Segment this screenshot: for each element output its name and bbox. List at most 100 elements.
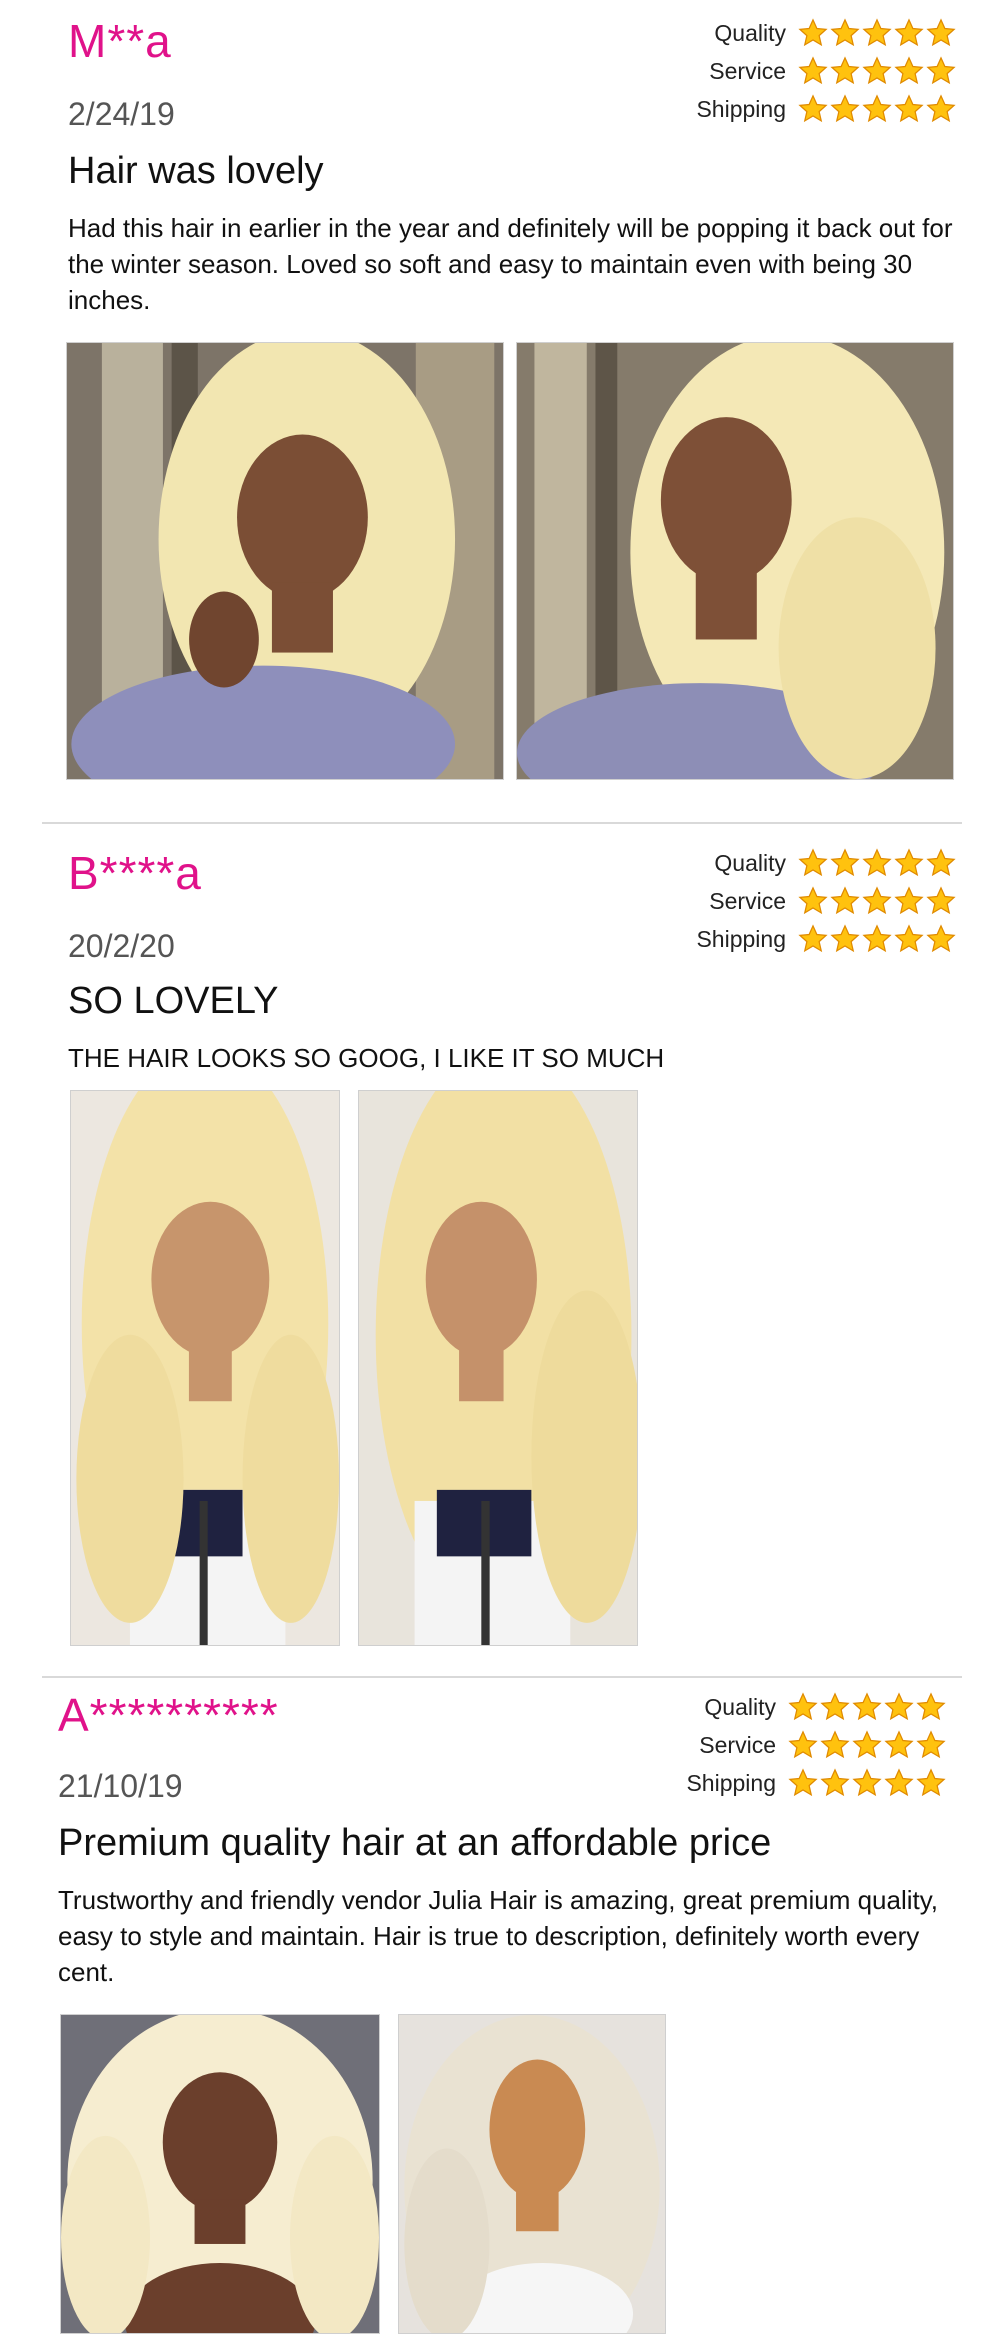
- star-icon: [862, 94, 892, 123]
- review-card: A********** 21/10/19 Quality Service Shi…: [0, 1678, 1000, 2344]
- review-body: Trustworthy and friendly vendor Julia Ha…: [58, 1885, 939, 1987]
- star-icon: [894, 56, 924, 85]
- star-icon: [884, 1730, 914, 1759]
- rating-label: Shipping: [696, 96, 786, 122]
- rating-label: Shipping: [696, 926, 786, 952]
- review-photo[interactable]: [358, 1090, 638, 1646]
- review-card: B****a 20/2/20 Quality Service Shipping …: [0, 824, 1000, 1674]
- star-rating: [788, 1768, 948, 1802]
- star-icon: [798, 56, 828, 85]
- star-rating: [798, 848, 958, 882]
- customer-photo-image: [517, 343, 953, 779]
- star-icon: [830, 924, 860, 953]
- star-rating: [788, 1692, 948, 1726]
- rating-label: Quality: [714, 850, 786, 876]
- rating-row: Shipping: [688, 924, 958, 962]
- rating-summary: Quality Service Shipping: [678, 1692, 948, 1806]
- review-title: Premium quality hair at an affordable pr…: [58, 1822, 772, 1864]
- customer-photo-image: [359, 1091, 637, 1645]
- star-icon: [788, 1730, 818, 1759]
- star-icon: [926, 848, 956, 877]
- star-icon: [830, 56, 860, 85]
- star-icon: [894, 18, 924, 47]
- star-icon: [830, 848, 860, 877]
- star-rating: [788, 1730, 948, 1764]
- star-icon: [852, 1730, 882, 1759]
- star-icon: [830, 886, 860, 915]
- reviewer-name: M**a: [68, 15, 172, 67]
- rating-summary: Quality Service Shipping: [688, 848, 958, 962]
- star-icon: [852, 1692, 882, 1721]
- review-photo[interactable]: [66, 342, 504, 780]
- review-title: SO LOVELY: [68, 980, 279, 1022]
- star-icon: [926, 924, 956, 953]
- rating-label: Service: [699, 1732, 776, 1758]
- star-icon: [798, 94, 828, 123]
- review-body: THE HAIR LOOKS SO GOOG, I LIKE IT SO MUC…: [68, 1043, 665, 1073]
- star-icon: [788, 1692, 818, 1721]
- review-date: 20/2/20: [68, 928, 175, 964]
- star-icon: [820, 1730, 850, 1759]
- star-icon: [798, 18, 828, 47]
- rating-label: Service: [709, 58, 786, 84]
- star-icon: [884, 1692, 914, 1721]
- star-icon: [852, 1768, 882, 1797]
- star-icon: [798, 924, 828, 953]
- review-photo[interactable]: [70, 1090, 340, 1646]
- star-icon: [830, 18, 860, 47]
- reviewer-name: A**********: [58, 1689, 279, 1741]
- customer-photo-image: [61, 2015, 379, 2333]
- review-date: 21/10/19: [58, 1768, 183, 1804]
- review-date: 2/24/19: [68, 96, 175, 132]
- reviewer-name: B****a: [68, 847, 202, 899]
- star-rating: [798, 18, 958, 52]
- star-icon: [862, 848, 892, 877]
- star-icon: [926, 18, 956, 47]
- star-rating: [798, 56, 958, 90]
- customer-photo-image: [67, 343, 503, 779]
- star-rating: [798, 886, 958, 920]
- rating-row: Quality: [688, 848, 958, 886]
- rating-label: Shipping: [686, 1770, 776, 1796]
- rating-row: Quality: [678, 1692, 948, 1730]
- review-photo[interactable]: [398, 2014, 666, 2334]
- customer-photo-image: [399, 2015, 665, 2333]
- star-icon: [926, 94, 956, 123]
- star-icon: [894, 94, 924, 123]
- rating-label: Quality: [704, 1694, 776, 1720]
- rating-row: Service: [678, 1730, 948, 1768]
- review-card: M**a 2/24/19 Quality Service Shipping Ha…: [0, 0, 1000, 820]
- star-icon: [798, 886, 828, 915]
- review-body: Had this hair in earlier in the year and…: [68, 213, 953, 315]
- star-icon: [884, 1768, 914, 1797]
- star-icon: [862, 18, 892, 47]
- rating-row: Quality: [688, 18, 958, 56]
- review-photo[interactable]: [60, 2014, 380, 2334]
- star-icon: [894, 924, 924, 953]
- review-title: Hair was lovely: [68, 150, 324, 192]
- star-icon: [862, 886, 892, 915]
- star-icon: [820, 1692, 850, 1721]
- star-rating: [798, 94, 958, 128]
- star-icon: [894, 848, 924, 877]
- rating-row: Service: [688, 56, 958, 94]
- star-icon: [926, 56, 956, 85]
- rating-summary: Quality Service Shipping: [688, 18, 958, 132]
- star-icon: [916, 1692, 946, 1721]
- rating-row: Service: [688, 886, 958, 924]
- star-icon: [798, 848, 828, 877]
- star-icon: [862, 56, 892, 85]
- star-icon: [926, 886, 956, 915]
- star-icon: [830, 94, 860, 123]
- star-icon: [788, 1768, 818, 1797]
- star-rating: [798, 924, 958, 958]
- star-icon: [894, 886, 924, 915]
- rating-label: Service: [709, 888, 786, 914]
- rating-row: Shipping: [678, 1768, 948, 1806]
- review-photo[interactable]: [516, 342, 954, 780]
- rating-row: Shipping: [688, 94, 958, 132]
- rating-label: Quality: [714, 20, 786, 46]
- star-icon: [916, 1730, 946, 1759]
- customer-photo-image: [71, 1091, 339, 1645]
- star-icon: [862, 924, 892, 953]
